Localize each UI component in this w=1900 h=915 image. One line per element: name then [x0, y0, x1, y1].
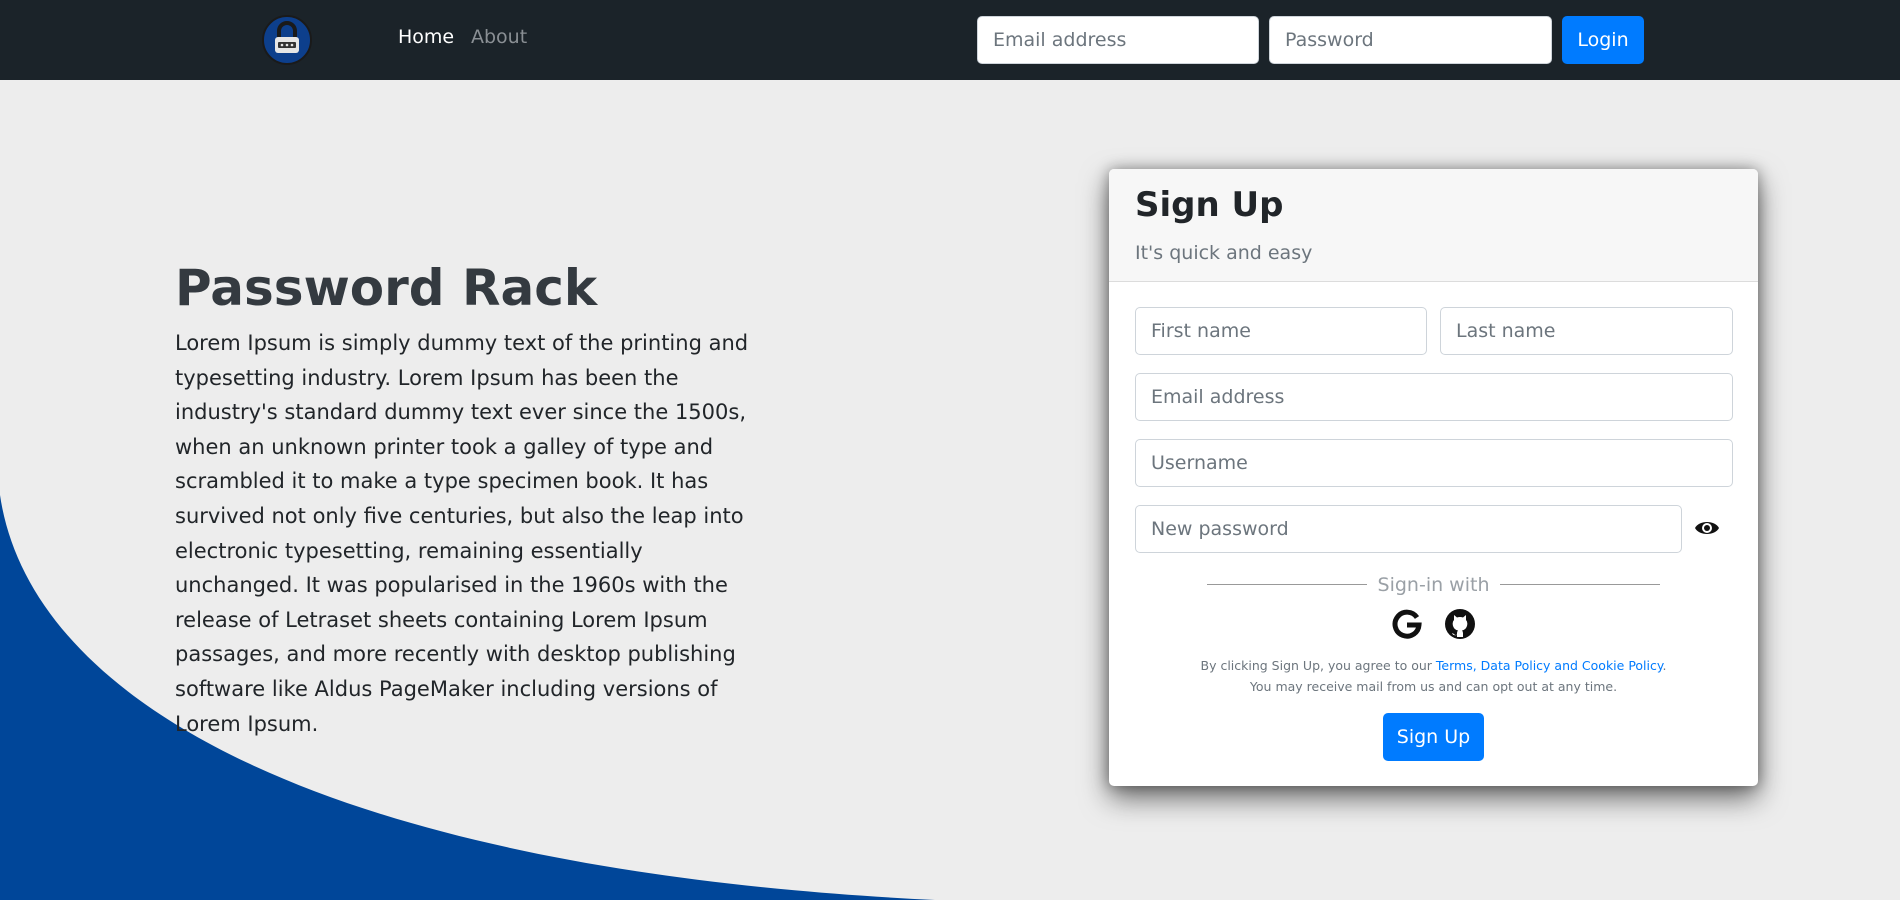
hero-title: Password Rack	[175, 259, 598, 317]
signup-title: Sign Up	[1135, 185, 1284, 225]
nav-home-link[interactable]: Home	[398, 26, 454, 48]
new-password-input[interactable]	[1135, 505, 1682, 553]
login-password-input[interactable]	[1269, 16, 1552, 64]
username-input[interactable]	[1135, 439, 1733, 487]
nav-about-link[interactable]: About	[471, 26, 527, 48]
signup-button[interactable]: Sign Up	[1383, 713, 1484, 761]
login-email-input[interactable]	[977, 16, 1259, 64]
eye-icon[interactable]	[1694, 518, 1720, 542]
terms-mail-notice: You may receive mail from us and can opt…	[1249, 679, 1618, 694]
signup-email-input[interactable]	[1135, 373, 1733, 421]
signup-subtitle: It's quick and easy	[1135, 242, 1313, 264]
signup-card-header: Sign Up It's quick and easy	[1109, 169, 1758, 282]
navbar: Home About Login	[0, 0, 1900, 80]
signup-card: Sign Up It's quick and easy Sign-in with…	[1109, 169, 1758, 786]
lock-robot-logo-icon[interactable]	[262, 15, 312, 65]
footer-strip	[0, 900, 1900, 915]
last-name-input[interactable]	[1440, 307, 1733, 355]
login-button[interactable]: Login	[1562, 16, 1644, 64]
terms-prefix: By clicking Sign Up, you agree to our	[1200, 658, 1436, 673]
first-name-input[interactable]	[1135, 307, 1427, 355]
terms-link[interactable]: Terms, Data Policy and Cookie Policy	[1436, 658, 1663, 673]
hero-description: Lorem Ipsum is simply dummy text of the …	[175, 331, 749, 736]
terms-suffix: .	[1662, 658, 1667, 673]
google-icon[interactable]	[1391, 608, 1423, 644]
divider-left	[1207, 584, 1367, 585]
github-icon[interactable]	[1444, 608, 1476, 644]
divider-right	[1500, 584, 1660, 585]
terms-notice: By clicking Sign Up, you agree to our Te…	[1109, 655, 1758, 697]
signin-with-label: Sign-in with	[1377, 574, 1490, 596]
